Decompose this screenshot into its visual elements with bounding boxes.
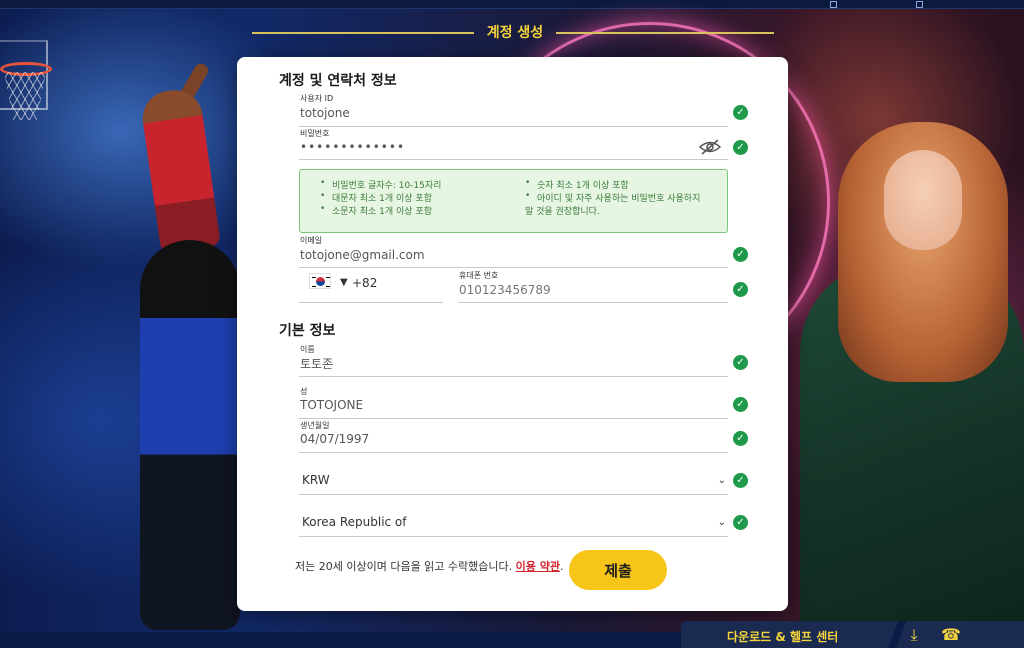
country-select[interactable]: Korea Republic of ⌄ (299, 503, 728, 537)
last-name-field[interactable]: 성 TOTOJONE (299, 385, 728, 419)
password-rule-continued: 말 것을 권장합니다. (525, 207, 600, 217)
terms-text: 저는 20세 이상이며 다음을 읽고 수락했습니다. (295, 560, 516, 573)
basic-section-title: 기본 정보 (279, 323, 336, 339)
currency-value: KRW (302, 473, 330, 487)
currency-select[interactable]: KRW ⌄ (299, 461, 728, 495)
download-help-label: 다운로드 & 헬프 센터 (727, 630, 839, 644)
phone-field[interactable]: 휴대폰 번호 010123456789 (458, 267, 728, 303)
email-label: 이메일 (300, 236, 323, 245)
email-value: totojone@gmail.com (300, 248, 425, 262)
download-help-panel[interactable]: 다운로드 & 헬프 센터 ⤓ ☎ (681, 621, 1024, 648)
chevron-down-icon: ⌄ (717, 517, 726, 528)
terms-link[interactable]: 이용 약관 (516, 560, 560, 573)
email-field[interactable]: 이메일 totojone@gmail.com (299, 233, 728, 268)
password-rule: 대문자 최소 1개 이상 포함 (320, 191, 432, 204)
first-name-label: 이름 (300, 345, 315, 354)
password-rule: 아이디 및 자주 사용하는 비밀번호 사용하지 (525, 191, 700, 204)
signup-form: 계정 및 연락처 정보 사용자 ID totojone ✓ 비밀번호 •••••… (237, 57, 788, 611)
chevron-down-icon: ⌄ (717, 475, 726, 486)
birthdate-label: 생년월일 (300, 421, 330, 430)
password-value: ••••••••••••• (300, 140, 406, 154)
model-face (884, 150, 962, 250)
last-name-value: TOTOJONE (300, 398, 364, 412)
birthdate-field[interactable]: 생년월일 04/07/1997 (299, 419, 728, 453)
phone-label: 휴대폰 번호 (459, 271, 499, 280)
top-bar-icon[interactable] (916, 1, 923, 8)
check-icon: ✓ (733, 397, 748, 412)
password-field[interactable]: 비밀번호 ••••••••••••• (299, 125, 728, 160)
football-player (140, 240, 240, 630)
phone-support-icon[interactable]: ☎ (941, 625, 961, 645)
check-icon: ✓ (733, 282, 748, 297)
check-icon: ✓ (733, 105, 748, 120)
eye-off-icon[interactable] (699, 139, 721, 155)
check-icon: ✓ (733, 515, 748, 530)
first-name-value: 토토존 (300, 357, 334, 371)
check-icon: ✓ (733, 431, 748, 446)
phone-value: 010123456789 (459, 283, 551, 297)
country-code-select[interactable]: ▼ +82 (299, 270, 443, 303)
check-icon: ✓ (733, 140, 748, 155)
download-icon[interactable]: ⤓ (904, 625, 924, 645)
top-bar-icon[interactable] (830, 1, 837, 8)
submit-button[interactable]: 제출 (569, 550, 667, 590)
last-name-label: 성 (300, 387, 308, 396)
heading-line-right (556, 32, 774, 34)
password-rules-box: 비밀번호 글자수: 10-15자리 대문자 최소 1개 이상 포함 소문자 최소… (299, 169, 728, 233)
terms-end: . (559, 560, 564, 573)
password-rule: 숫자 최소 1개 이상 포함 (525, 178, 629, 191)
chevron-down-icon: ▼ (340, 277, 348, 288)
password-rule: 비밀번호 글자수: 10-15자리 (320, 178, 441, 191)
password-rule: 소문자 최소 1개 이상 포함 (320, 204, 432, 217)
password-label: 비밀번호 (300, 129, 330, 138)
check-icon: ✓ (733, 247, 748, 262)
heading-line-left (252, 32, 474, 34)
first-name-field[interactable]: 이름 토토존 (299, 343, 728, 377)
username-label: 사용자 ID (300, 94, 334, 103)
top-bar (0, 0, 1024, 9)
check-icon: ✓ (733, 355, 748, 370)
page-title: 계정 생성 (486, 25, 544, 41)
account-section-title: 계정 및 연락처 정보 (279, 73, 397, 89)
username-value: totojone (300, 106, 350, 120)
birthdate-value: 04/07/1997 (300, 432, 370, 446)
username-field[interactable]: 사용자 ID totojone (299, 90, 728, 127)
country-code-value: +82 (352, 276, 378, 290)
check-icon: ✓ (733, 473, 748, 488)
korea-flag-icon (309, 273, 331, 289)
terms-statement: 저는 20세 이상이며 다음을 읽고 수락했습니다. 이용 약관. (295, 558, 563, 574)
country-value: Korea Republic of (302, 515, 407, 529)
